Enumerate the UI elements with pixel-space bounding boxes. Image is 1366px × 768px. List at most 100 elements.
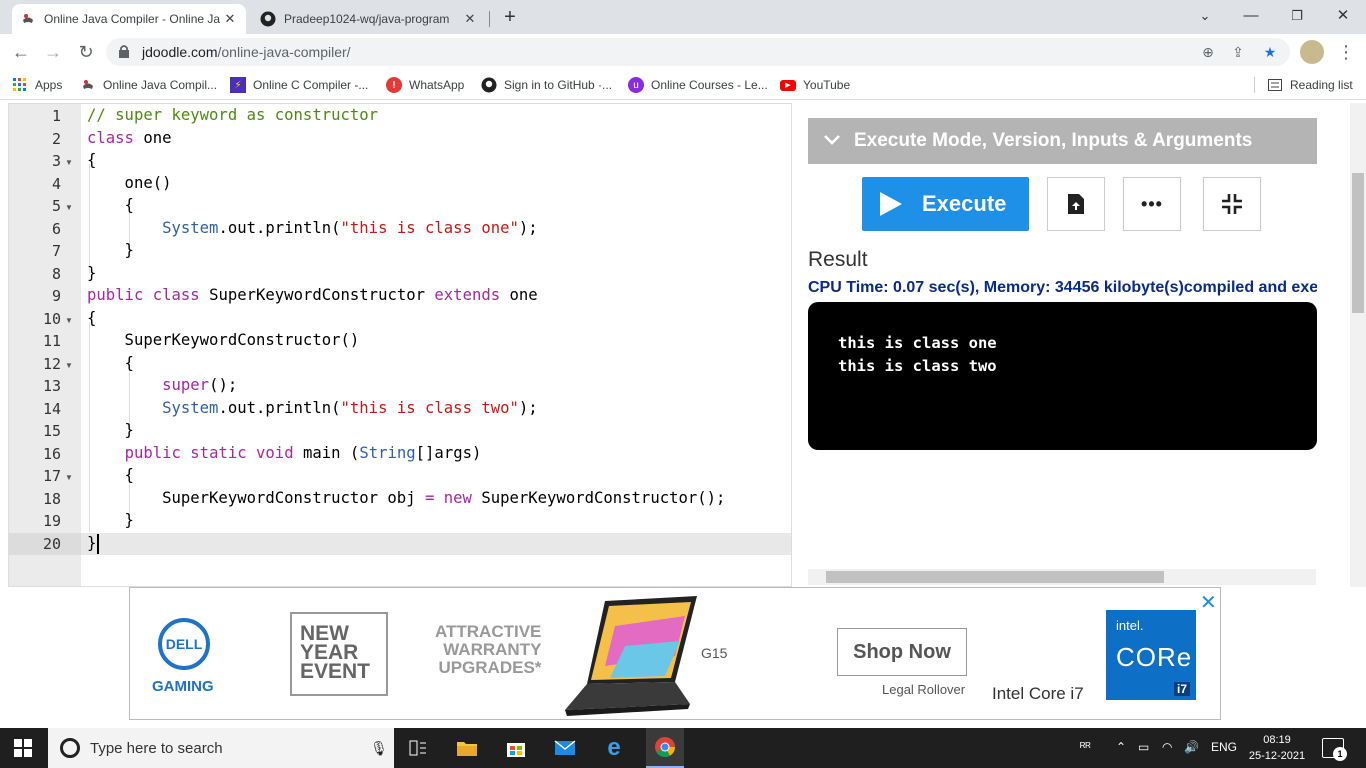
code-line-12: { [87, 354, 134, 372]
horizontal-scrollbar[interactable] [808, 569, 1316, 585]
line-number: 5 [51, 197, 61, 215]
scroll-thumb[interactable] [1352, 173, 1364, 313]
scroll-thumb[interactable] [826, 571, 1164, 583]
intel-core-label: Intel Core i7 [992, 684, 1084, 703]
line-number: 8 [51, 264, 61, 283]
model-label: G15 [701, 645, 728, 661]
collapse-button[interactable] [1203, 177, 1261, 231]
fold-toggle-icon[interactable]: ▼ [65, 361, 73, 370]
code-editor[interactable]: 1 2 3 4 5 6 7 8 9 10 11 12 13 14 15 16 17 18 19 20 ▼ ▼ ▼ ▼ ▼ // … [8, 103, 792, 587]
upload-file-button[interactable] [1047, 177, 1105, 231]
file-explorer-icon[interactable] [454, 736, 480, 760]
close-window-icon[interactable]: ✕ [1320, 4, 1366, 28]
task-view-icon[interactable] [405, 736, 431, 760]
fold-toggle-icon[interactable]: ▼ [65, 158, 73, 167]
forward-arrow-icon[interactable]: → [41, 40, 65, 64]
chrome-taskbar-icon[interactable] [646, 728, 684, 768]
microsoft-store-icon[interactable] [503, 736, 529, 760]
wifi-icon[interactable]: ◠ [1162, 740, 1172, 754]
tab-online-java-compiler[interactable]: Online Java Compiler - Online Ja ✕ [12, 4, 246, 34]
udemy-icon: u [628, 77, 644, 93]
shop-now-button[interactable]: Shop Now [837, 628, 967, 676]
code-line-17: { [87, 466, 134, 484]
code-line-11: SuperKeywordConstructor() [87, 331, 360, 349]
bookmark-star-icon[interactable]: ★ [1261, 43, 1279, 61]
bookmark-github[interactable]: Sign in to GitHub ·... [481, 76, 612, 94]
mail-icon[interactable] [552, 736, 578, 760]
edge-browser-icon[interactable]: e [601, 734, 627, 761]
notification-count-badge: 1 [1333, 747, 1347, 761]
code-line-10: { [87, 309, 97, 327]
bookmark-online-c-compiler[interactable]: ⚡ Online C Compiler -... [230, 76, 368, 94]
more-options-button[interactable]: ••• [1123, 177, 1181, 231]
output-line: this is class two [838, 357, 997, 375]
laptop-image [565, 596, 697, 716]
lightning-icon: ⚡ [230, 77, 246, 93]
code-line-7: } [87, 241, 134, 259]
taskbar-search-box[interactable]: Type here to search 🎙 [48, 728, 394, 768]
close-tab-icon[interactable]: ✕ [222, 11, 238, 27]
bookmark-whatsapp[interactable]: ! WhatsApp [386, 76, 464, 94]
code-line-13: super(); [162, 376, 238, 394]
line-number: 11 [42, 332, 61, 350]
ellipsis-icon: ••• [1141, 193, 1163, 214]
line-number: 20 [42, 534, 61, 553]
restore-icon[interactable]: ❐ [1274, 4, 1320, 28]
minimize-icon[interactable]: — [1228, 4, 1274, 28]
share-icon[interactable]: ⇪ [1229, 43, 1247, 61]
code-line-6: System.out.println("this is class one"); [162, 219, 538, 237]
new-tab-plus-icon[interactable]: + [500, 5, 520, 29]
line-number: 6 [51, 219, 61, 238]
windows-start-icon[interactable] [14, 739, 32, 757]
back-arrow-icon[interactable]: ← [9, 40, 33, 64]
bookmark-youtube[interactable]: ▶ YouTube [780, 76, 850, 94]
reading-list-icon [1267, 77, 1283, 93]
tab-title: Pradeep1024-wq/java-program [284, 12, 450, 26]
code-line-2: class one [87, 129, 172, 147]
fold-toggle-icon[interactable]: ▼ [65, 473, 73, 482]
code-line-16: public static void main (String[]args) [124, 444, 482, 462]
play-icon [880, 192, 902, 216]
menu-kebab-icon[interactable]: ⋮ [1334, 40, 1358, 64]
line-number: 9 [51, 287, 61, 305]
active-line-highlight [81, 533, 791, 555]
legal-rollover-link[interactable]: Legal Rollover [882, 682, 965, 697]
line-number: 10 [42, 309, 61, 328]
vertical-scrollbar[interactable] [1350, 103, 1366, 587]
execute-mode-accordion[interactable]: Execute Mode, Version, Inputs & Argument… [808, 118, 1317, 164]
bookmark-apps[interactable]: Apps [12, 76, 62, 94]
tab-github-java-program[interactable]: Pradeep1024-wq/java-program ✕ [252, 4, 486, 34]
taskbar-clock[interactable]: 08:19 25-12-2021 [1246, 732, 1308, 764]
volume-icon[interactable]: 🔊 [1184, 740, 1199, 754]
jdoodle-favicon-icon [20, 11, 36, 27]
fold-toggle-icon[interactable]: ▼ [65, 203, 73, 212]
address-bar[interactable]: jdoodle.com/online-java-compiler/ ⊕ ⇪ ★ [106, 38, 1290, 66]
line-number: 12 [42, 354, 61, 373]
close-tab-icon[interactable]: ✕ [462, 11, 478, 27]
tab-search-chevron-icon[interactable]: ⌄ [1182, 4, 1228, 28]
code-line-5: { [87, 196, 134, 214]
compress-icon [1222, 194, 1242, 214]
fold-toggle-icon[interactable]: ▼ [65, 316, 73, 325]
reading-list-button[interactable]: Reading list [1267, 76, 1353, 94]
line-number: 3 [51, 152, 61, 170]
execute-button[interactable]: Execute [862, 177, 1029, 231]
bookmark-online-courses[interactable]: u Online Courses - Le... [628, 76, 768, 94]
notification-center-icon[interactable]: 1 [1322, 738, 1347, 761]
people-icon[interactable]: ᴿᴿ [1080, 740, 1091, 754]
lock-icon [118, 44, 132, 60]
zoom-icon[interactable]: ⊕ [1199, 43, 1217, 61]
profile-avatar[interactable] [1300, 40, 1324, 64]
show-hidden-icons-chevron-icon[interactable]: ⌃ [1116, 740, 1126, 754]
bookmark-online-java-compiler[interactable]: Online Java Compil... [80, 76, 217, 94]
battery-icon[interactable]: ▭ [1138, 740, 1149, 754]
new-year-event-badge: NEW YEAR EVENT [290, 612, 388, 696]
code-line-14: System.out.println("this is class two"); [162, 399, 538, 417]
code-line-1: // super keyword as constructor [87, 106, 379, 124]
language-indicator[interactable]: ENG [1211, 740, 1237, 754]
dell-ad-banner[interactable]: DELL GAMING NEW YEAR EVENT ATTRACTIVE WA… [129, 587, 1221, 720]
line-number: 7 [51, 242, 61, 260]
close-ad-icon[interactable]: ✕ [1200, 590, 1217, 615]
reload-icon[interactable]: ↻ [74, 40, 98, 64]
microphone-icon[interactable]: 🎙 [364, 740, 394, 757]
